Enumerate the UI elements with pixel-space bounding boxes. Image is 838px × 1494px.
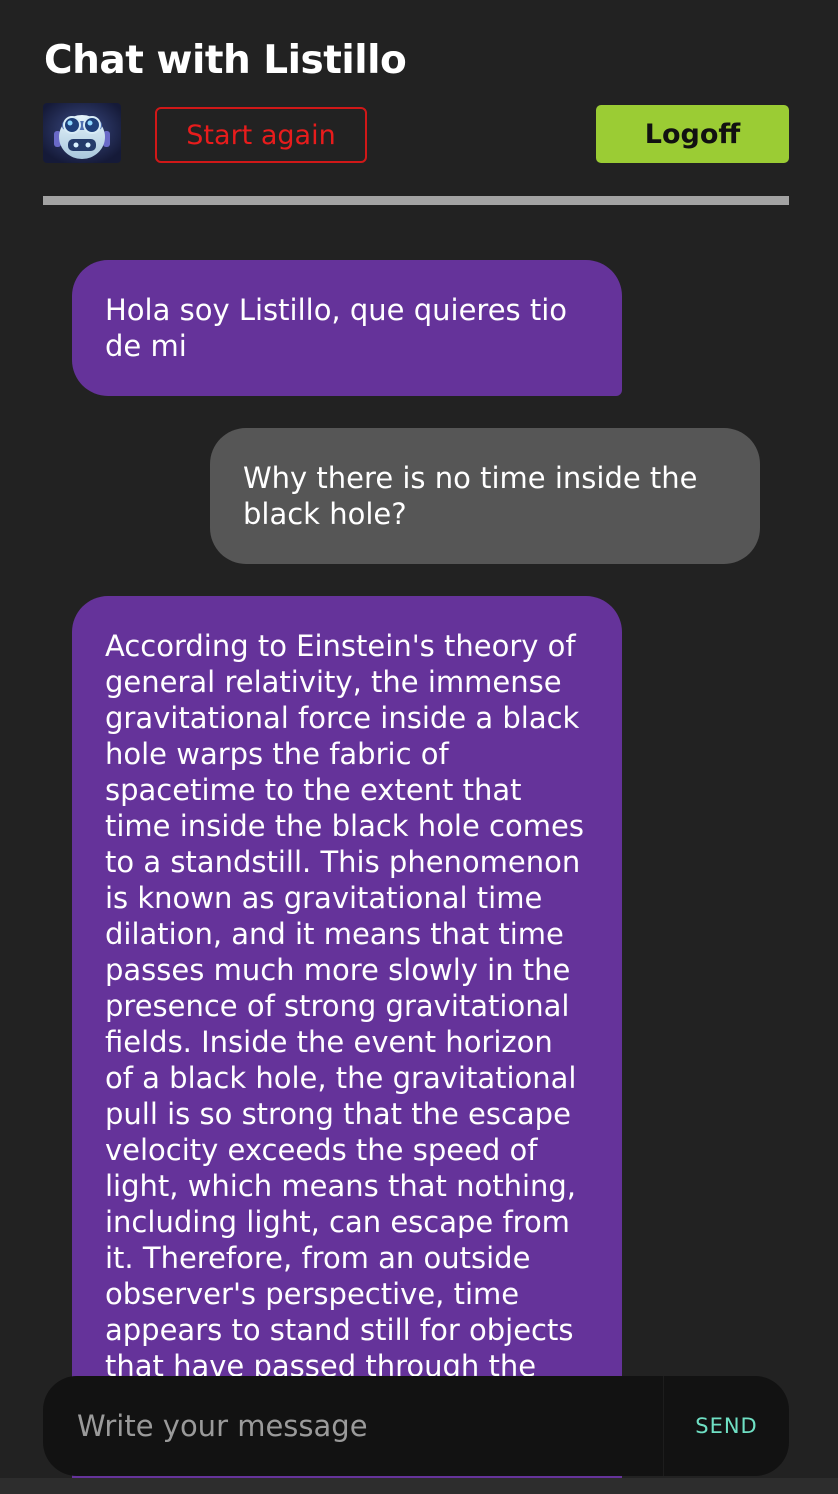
- page-title: Chat with Listillo: [44, 38, 407, 83]
- bot-message: Hola soy Listillo, que quieres tio de mi: [72, 260, 622, 396]
- bot-message: According to Einstein's theory of genera…: [72, 596, 622, 1478]
- message-composer: SEND: [43, 1376, 789, 1476]
- send-button[interactable]: SEND: [663, 1376, 789, 1476]
- logoff-button[interactable]: Logoff: [596, 105, 789, 163]
- robot-avatar-icon: [43, 103, 121, 163]
- start-again-button[interactable]: Start again: [155, 107, 367, 163]
- message-input[interactable]: [43, 1376, 663, 1476]
- header-divider: [43, 196, 789, 205]
- chat-app: Chat with Listillo Start again Logoff Ho…: [0, 0, 838, 1478]
- user-message: Why there is no time inside the black ho…: [210, 428, 760, 564]
